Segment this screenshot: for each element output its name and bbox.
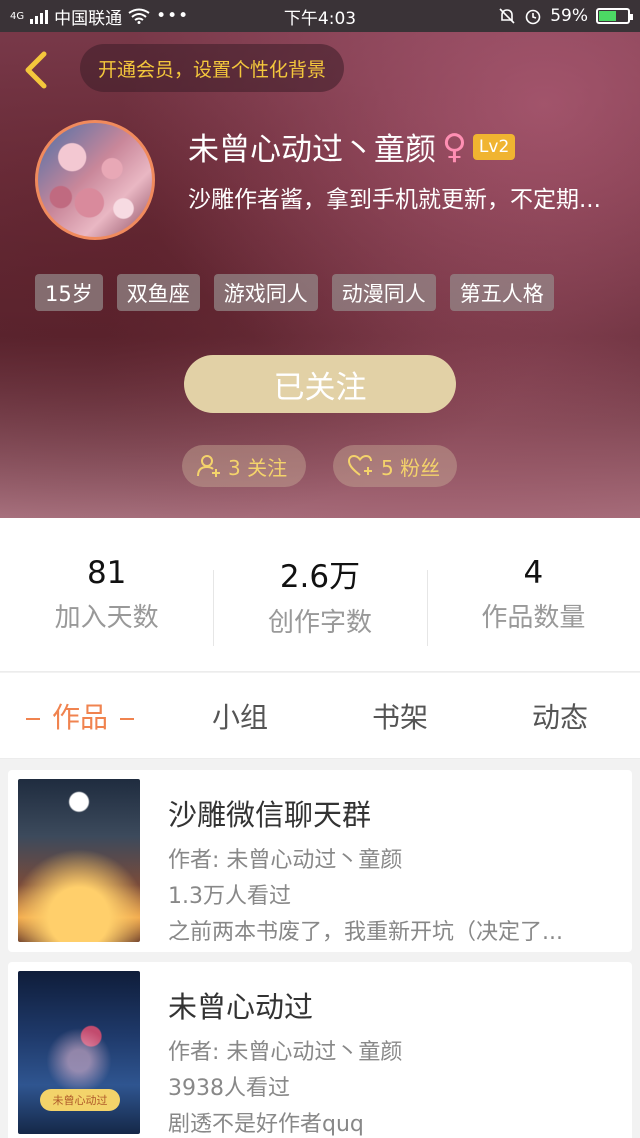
followed-button[interactable]: 已关注 [184, 355, 456, 413]
clock: 下午4:03 [283, 8, 357, 29]
stat-label: 加入天数 [54, 603, 159, 633]
stat-label: 创作字数 [267, 607, 372, 638]
work-views: 3938人看过 [168, 1076, 290, 1101]
mute-bell-icon [499, 8, 515, 24]
back-button[interactable] [18, 50, 54, 90]
profile-header: 开通会员，设置个性化背景 未曾心动过丶童颜 ♀ Lv2 沙雕作者酱，拿到手机就更… [0, 0, 640, 518]
bio: 沙雕作者酱，拿到手机就更新，不定期... [188, 187, 601, 213]
stats-panel: 81 加入天数 2.6万 创作字数 4 作品数量 [0, 518, 640, 672]
vip-banner-button[interactable]: 开通会员，设置个性化背景 [80, 44, 345, 92]
username-row: 未曾心动过丶童颜 ♀ Lv2 [188, 124, 516, 169]
work-title: 沙雕微信聊天群 [168, 798, 372, 832]
work-author: 作者: 未曾心动过丶童颜 [168, 848, 403, 873]
tab-works[interactable]: 作品 [0, 696, 160, 736]
list-item[interactable]: 沙雕微信聊天群 作者: 未曾心动过丶童颜 1.3万人看过 之前两本书废了，我重新… [8, 770, 632, 952]
tag-identity-v: 第五人格 [449, 274, 554, 311]
stat-value: 2.6万 [279, 558, 361, 595]
stat-value: 81 [86, 555, 127, 591]
work-author: 作者: 未曾心动过丶童颜 [168, 1040, 403, 1065]
user-add-icon [197, 455, 220, 477]
carrier: 中国联通 [54, 8, 123, 29]
tag-anime-fanfic: 动漫同人 [331, 274, 436, 311]
tag-game-fanfic: 游戏同人 [213, 274, 318, 311]
tab-works-label: 作品 [51, 700, 108, 734]
fans-count: 5 粉丝 [381, 455, 441, 480]
work-description: 剧透不是好作者quq [168, 1112, 364, 1137]
tab-groups[interactable]: 小组 [160, 696, 320, 736]
female-icon: ♀ [442, 126, 467, 167]
profile-tabs: 作品 小组 书架 动态 [0, 673, 640, 759]
following-count-button[interactable]: 3 关注 [182, 445, 306, 487]
network-type: 4G [10, 10, 25, 22]
fans-count-button[interactable]: 5 粉丝 [333, 445, 457, 487]
status-bar: 4G 中国联通 ••• 下午4:03 59% [0, 0, 640, 32]
stat-joined-days: 81 加入天数 [0, 518, 213, 671]
stat-works-count: 4 作品数量 [426, 518, 640, 671]
avatar[interactable] [35, 120, 155, 240]
tag-list: 15岁 双鱼座 游戏同人 动漫同人 第五人格 [35, 274, 554, 311]
tag-age: 15岁 [35, 274, 103, 311]
tag-zodiac: 双鱼座 [116, 274, 200, 311]
stat-label: 作品数量 [481, 603, 586, 633]
list-item[interactable]: 未曾心动过 未曾心动过 作者: 未曾心动过丶童颜 3938人看过 剧透不是好作者… [8, 962, 632, 1138]
following-count: 3 关注 [228, 455, 288, 480]
book-cover [18, 779, 140, 942]
tab-activity[interactable]: 动态 [480, 696, 640, 736]
battery-percent: 59% [550, 6, 588, 26]
book-cover: 未曾心动过 [18, 971, 140, 1134]
more-icon: ••• [156, 6, 190, 26]
stat-word-count: 2.6万 创作字数 [213, 518, 426, 671]
heart-add-icon [347, 454, 372, 476]
work-title: 未曾心动过 [168, 990, 314, 1024]
stat-value: 4 [523, 555, 544, 591]
cover-title: 未曾心动过 [40, 1089, 120, 1111]
work-description: 之前两本书废了，我重新开坑（决定了... [168, 920, 563, 945]
alarm-icon [525, 9, 541, 25]
signal-icon [30, 8, 49, 24]
chevron-left-icon [25, 51, 47, 89]
level-badge: Lv2 [472, 133, 516, 160]
work-views: 1.3万人看过 [168, 884, 291, 909]
battery-icon [596, 8, 633, 24]
tab-bookshelf[interactable]: 书架 [320, 696, 480, 736]
wifi-icon [128, 8, 150, 24]
username: 未曾心动过丶童颜 [188, 132, 436, 168]
